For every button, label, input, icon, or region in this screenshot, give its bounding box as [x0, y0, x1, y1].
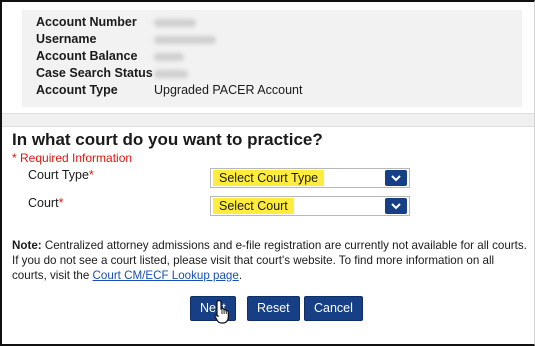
court-selected-value: Select Court	[213, 198, 294, 214]
section-divider	[2, 113, 534, 127]
account-type-label: Account Type	[36, 83, 118, 97]
cancel-button[interactable]: Cancel	[304, 296, 363, 321]
reset-button[interactable]: Reset	[247, 296, 300, 321]
account-type-value: Upgraded PACER Account	[154, 83, 303, 97]
court-type-label-text: Court Type	[28, 168, 89, 182]
username-value	[154, 31, 216, 49]
note-text: Centralized attorney admissions and e-fi…	[12, 239, 527, 282]
hand-pointer-icon	[214, 299, 229, 324]
required-star: *	[88, 168, 94, 182]
court-label-text: Court	[28, 196, 59, 210]
account-balance-label: Account Balance	[36, 49, 138, 63]
note-prefix: Note:	[12, 239, 42, 252]
note-suffix: .	[238, 269, 243, 282]
username-label: Username	[36, 32, 97, 46]
chevron-down-icon[interactable]	[385, 170, 407, 186]
court-type-selected-value: Select Court Type	[213, 170, 325, 186]
required-star: *	[58, 196, 64, 210]
chevron-down-icon[interactable]	[385, 198, 407, 214]
availability-note: Note: Centralized attorney admissions an…	[12, 238, 532, 283]
court-type-label: Court Type*	[28, 168, 94, 182]
case-search-status-label: Case Search Status	[36, 66, 153, 80]
account-balance-value	[154, 48, 184, 66]
account-number-value	[154, 14, 196, 32]
court-select[interactable]: Select Court	[210, 196, 410, 216]
page-title: In what court do you want to practice?	[12, 130, 323, 149]
account-number-label: Account Number	[36, 15, 137, 29]
court-type-select[interactable]: Select Court Type	[210, 168, 410, 188]
case-search-status-value	[154, 65, 188, 83]
court-label: Court*	[28, 196, 63, 210]
required-information-note: * Required Information	[12, 151, 133, 165]
account-info-panel: Account Number Username Account Balance …	[22, 10, 522, 107]
court-lookup-link[interactable]: Court CM/ECF Lookup page	[93, 269, 239, 282]
